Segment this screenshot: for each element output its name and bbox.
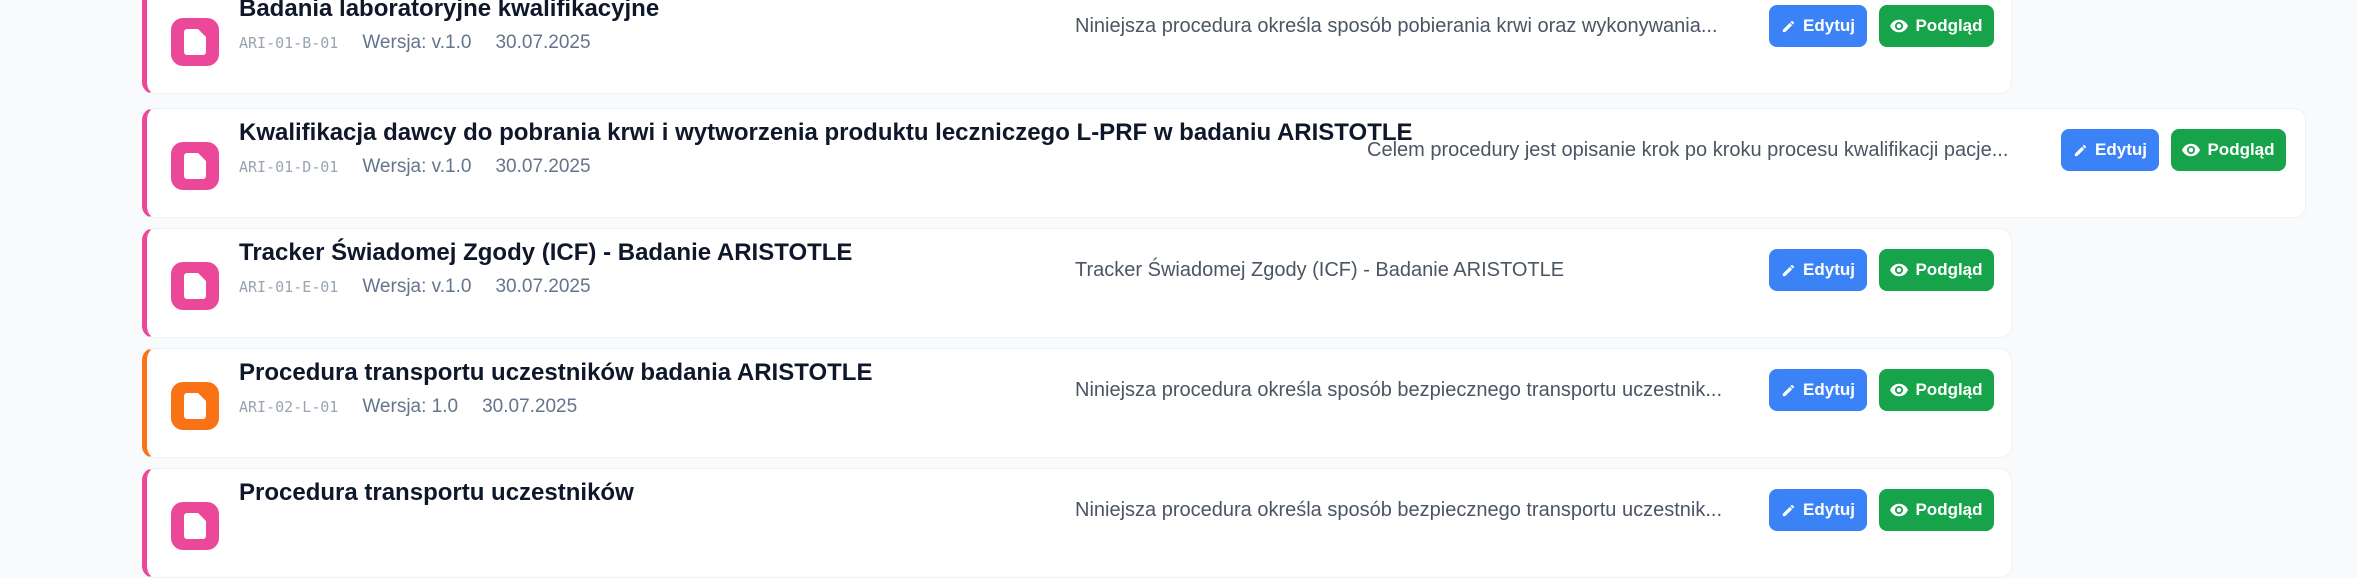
pencil-icon <box>1782 504 1795 516</box>
edit-button-label: Edytuj <box>1803 16 1855 35</box>
document-title[interactable]: Procedura transportu uczestników badania… <box>239 359 872 387</box>
document-date: 30.07.2025 <box>482 396 578 417</box>
preview-button[interactable]: Podgląd <box>1879 369 1994 411</box>
edit-button-label: Edytuj <box>1803 380 1855 399</box>
document-icon <box>171 18 219 66</box>
preview-button-label: Podgląd <box>1915 500 1983 519</box>
document-row[interactable]: Kwalifikacja dawcy do pobrania krwi i wy… <box>142 108 2306 218</box>
document-version: Wersja: v.1.0 <box>362 32 472 53</box>
pencil-icon <box>1782 384 1795 396</box>
preview-button-label: Podgląd <box>1915 16 1983 35</box>
pencil-icon <box>2074 144 2087 156</box>
preview-button[interactable]: Podgląd <box>1879 5 1994 47</box>
edit-button-label: Edytuj <box>1803 260 1855 279</box>
document-date: 30.07.2025 <box>495 156 591 177</box>
pencil-icon <box>1782 20 1795 32</box>
eye-icon <box>1890 263 1909 277</box>
document-icon <box>171 262 219 310</box>
edit-button[interactable]: Edytuj <box>1769 5 1867 47</box>
eye-icon <box>1890 383 1909 397</box>
document-version: Wersja: 1.0 <box>362 396 459 417</box>
preview-button[interactable]: Podgląd <box>2171 129 2286 171</box>
document-description: Niniejsza procedura określa sposób bezpi… <box>1075 499 1723 521</box>
document-code: ARI-01-B-01 <box>239 34 339 52</box>
document-meta: ARI-01-D-01 Wersja: v.1.0 30.07.2025 <box>239 156 591 178</box>
document-title[interactable]: Procedura transportu uczestników <box>239 479 634 507</box>
document-row[interactable]: Tracker Świadomej Zgody (ICF) - Badanie … <box>142 228 2012 338</box>
document-title[interactable]: Tracker Świadomej Zgody (ICF) - Badanie … <box>239 239 852 267</box>
eye-icon <box>2182 143 2201 157</box>
document-row[interactable]: Badania laboratoryjne kwalifikacyjne ARI… <box>142 0 2012 94</box>
document-row[interactable]: Procedura transportu uczestników Niniejs… <box>142 468 2012 578</box>
document-date: 30.07.2025 <box>495 32 591 53</box>
document-version: Wersja: v.1.0 <box>362 276 472 297</box>
edit-button-label: Edytuj <box>2095 140 2147 159</box>
document-meta: ARI-01-E-01 Wersja: v.1.0 30.07.2025 <box>239 276 591 298</box>
document-description: Niniejsza procedura określa sposób bezpi… <box>1075 379 1723 401</box>
edit-button[interactable]: Edytuj <box>2061 129 2159 171</box>
document-code: ARI-01-E-01 <box>239 278 339 296</box>
document-row[interactable]: Procedura transportu uczestników badania… <box>142 348 2012 458</box>
document-description: Niniejsza procedura określa sposób pobie… <box>1075 15 1718 37</box>
preview-button[interactable]: Podgląd <box>1879 249 1994 291</box>
document-meta: ARI-02-L-01 Wersja: 1.0 30.07.2025 <box>239 396 577 418</box>
document-date: 30.07.2025 <box>495 276 591 297</box>
document-list: Badania laboratoryjne kwalifikacyjne ARI… <box>0 0 2357 578</box>
document-icon <box>171 142 219 190</box>
document-code: ARI-01-D-01 <box>239 158 339 176</box>
pencil-icon <box>1782 264 1795 276</box>
preview-button[interactable]: Podgląd <box>1879 489 1994 531</box>
document-icon <box>171 382 219 430</box>
document-meta: ARI-01-B-01 Wersja: v.1.0 30.07.2025 <box>239 32 591 54</box>
edit-button-label: Edytuj <box>1803 500 1855 519</box>
document-code: ARI-02-L-01 <box>239 398 339 416</box>
preview-button-label: Podgląd <box>2207 140 2275 159</box>
document-description: Tracker Świadomej Zgody (ICF) - Badanie … <box>1075 259 1565 281</box>
document-title[interactable]: Badania laboratoryjne kwalifikacyjne <box>239 0 659 23</box>
eye-icon <box>1890 503 1909 517</box>
document-icon <box>171 502 219 550</box>
eye-icon <box>1890 19 1909 33</box>
edit-button[interactable]: Edytuj <box>1769 489 1867 531</box>
preview-button-label: Podgląd <box>1915 260 1983 279</box>
document-description: Celem procedury jest opisanie krok po kr… <box>1367 139 2009 161</box>
document-title[interactable]: Kwalifikacja dawcy do pobrania krwi i wy… <box>239 119 1413 147</box>
edit-button[interactable]: Edytuj <box>1769 249 1867 291</box>
preview-button-label: Podgląd <box>1915 380 1983 399</box>
document-version: Wersja: v.1.0 <box>362 156 472 177</box>
edit-button[interactable]: Edytuj <box>1769 369 1867 411</box>
